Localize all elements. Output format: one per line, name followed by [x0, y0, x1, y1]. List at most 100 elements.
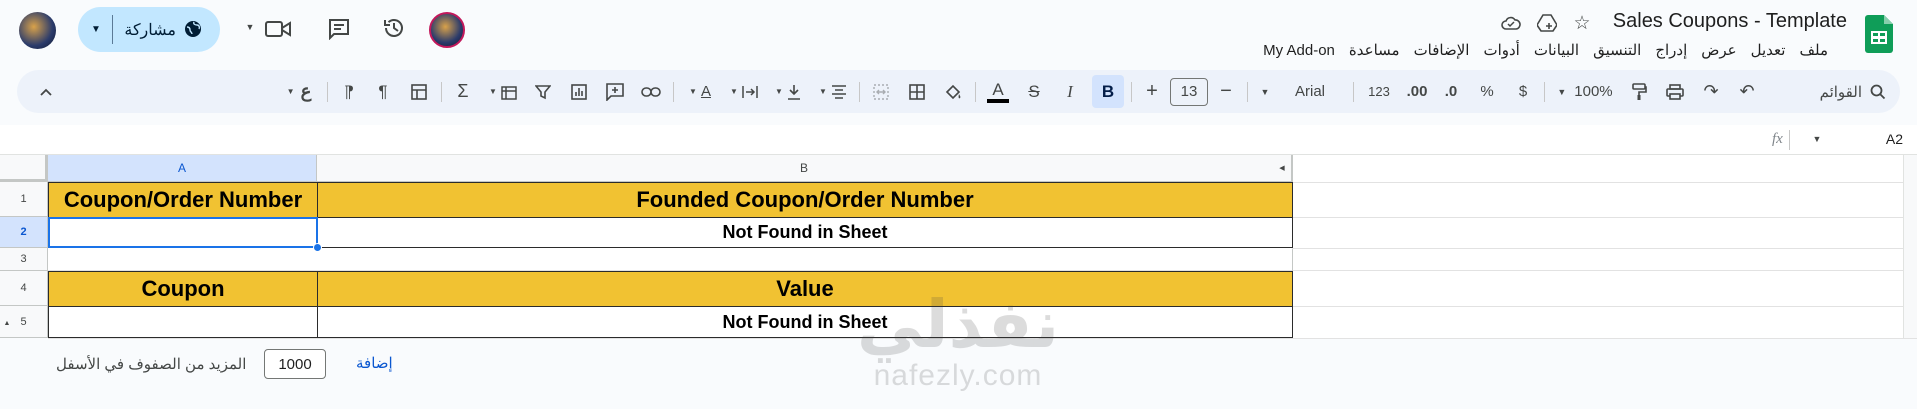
formula-bar[interactable] [0, 125, 1917, 155]
borders-icon[interactable] [902, 70, 932, 113]
filter-views-icon[interactable]: ▼ [482, 70, 524, 113]
font-family-select[interactable]: Arial [1285, 70, 1335, 113]
toolbar-separator [673, 82, 674, 102]
text-color-button[interactable]: A [983, 70, 1013, 113]
rotation-glyph: A [700, 83, 711, 100]
menus-search-label: القوائم [1819, 83, 1862, 101]
share-button[interactable]: ▼ مشاركة [78, 7, 220, 52]
print-icon[interactable] [1660, 70, 1690, 113]
paint-format-icon[interactable] [1624, 70, 1654, 113]
comments-icon[interactable] [325, 15, 353, 43]
percent-format-button[interactable]: % [1472, 70, 1502, 113]
menu-edit[interactable]: تعديل [1744, 40, 1793, 62]
input-tools-button[interactable]: ▼ ع [278, 70, 320, 113]
menu-extensions[interactable]: الإضافات [1407, 40, 1477, 62]
menu-data[interactable]: البيانات [1527, 40, 1586, 62]
font-size-decrease-button[interactable]: − [1212, 70, 1240, 113]
column-header-b[interactable]: B [317, 155, 1292, 182]
strikethrough-icon[interactable]: S [1019, 70, 1049, 113]
font-size-value: 13 [1170, 77, 1208, 106]
functions-icon[interactable]: Σ [448, 70, 478, 113]
zoom-select[interactable]: ▼ 100% [1552, 70, 1618, 113]
document-title[interactable]: Sales Coupons - Template [1613, 10, 1847, 33]
cell-b4[interactable]: Value [317, 271, 1293, 307]
rows-count-input[interactable]: 1000 [264, 349, 326, 379]
text-wrap-icon[interactable]: ▼ [724, 70, 764, 113]
increase-decimal-button[interactable]: .00 [1402, 70, 1432, 113]
paragraph-rtl-icon[interactable]: ¶ [334, 70, 364, 113]
menu-format[interactable]: التنسيق [1586, 40, 1648, 62]
row-group-collapse-icon[interactable]: ▲ [2, 318, 12, 328]
cloud-saved-icon[interactable] [1500, 12, 1522, 34]
menu-my-addon[interactable]: My Add-on [1256, 40, 1342, 62]
star-icon[interactable]: ☆ [1571, 12, 1593, 34]
cell-b2[interactable]: Not Found in Sheet [317, 217, 1293, 248]
column-b-menu-icon[interactable]: ◀ [1276, 162, 1288, 174]
share-dropdown-arrow-icon[interactable]: ▼ [88, 21, 104, 37]
insert-link-icon[interactable] [636, 70, 666, 113]
menu-view[interactable]: عرض [1694, 40, 1743, 62]
cell-b1[interactable]: Founded Coupon/Order Number [317, 182, 1293, 218]
name-box[interactable]: A2 [1886, 131, 1903, 147]
sheets-logo[interactable] [1865, 15, 1893, 53]
toolbar-separator [327, 82, 328, 102]
toolbar-separator [441, 82, 442, 102]
horizontal-align-icon[interactable]: ▼ [812, 70, 854, 113]
currency-format-button[interactable]: $ [1508, 70, 1538, 113]
cell-a5[interactable] [48, 306, 318, 338]
redo-icon[interactable]: ↷ [1696, 70, 1726, 113]
menu-insert[interactable]: إدراج [1648, 40, 1694, 62]
font-size-input[interactable]: 13 [1170, 70, 1208, 113]
font-size-increase-button[interactable]: + [1138, 70, 1166, 113]
user-avatar[interactable] [19, 12, 56, 49]
toolbar-separator [1247, 82, 1248, 102]
cell-a1[interactable]: Coupon/Order Number [48, 182, 318, 218]
more-rows-text: المزيد من الصفوف في الأسفل [56, 356, 247, 373]
row-header-3[interactable]: 3 [0, 248, 48, 271]
undo-icon[interactable]: ↶ [1732, 70, 1762, 113]
filter-icon[interactable] [528, 70, 558, 113]
meet-dropdown-arrow-icon[interactable]: ▼ [243, 20, 257, 34]
italic-button[interactable]: I [1055, 70, 1085, 113]
menus-search[interactable]: القوائم [1766, 70, 1886, 113]
fill-color-icon[interactable] [938, 70, 968, 113]
paragraph-ltr-icon[interactable]: ¶ [368, 70, 398, 113]
zoom-dropdown-icon: ▼ [1557, 86, 1567, 97]
collapse-toolbar-icon[interactable] [31, 70, 61, 113]
move-to-drive-icon[interactable] [1536, 12, 1558, 34]
gridline [1292, 182, 1917, 183]
cell-a4[interactable]: Coupon [48, 271, 318, 307]
menu-help[interactable]: مساعدة [1342, 40, 1407, 62]
collaborator-avatar[interactable] [429, 12, 465, 48]
column-header-a[interactable]: A [48, 155, 317, 182]
merge-cells-icon[interactable] [866, 70, 896, 113]
meet-video-icon[interactable] [264, 15, 292, 43]
bold-button[interactable]: B [1092, 75, 1124, 108]
add-rows-button[interactable]: إضافة [356, 354, 393, 372]
menu-tools[interactable]: أدوات [1476, 40, 1526, 62]
insert-table-icon[interactable] [404, 70, 434, 113]
name-box-dropdown-icon[interactable]: ▼ [1810, 132, 1824, 146]
version-history-icon[interactable] [380, 14, 408, 42]
input-tools-dropdown-icon: ▼ [286, 87, 295, 96]
cell-b5[interactable]: Not Found in Sheet [317, 306, 1293, 338]
rotation-dropdown-icon: ▼ [689, 87, 697, 96]
vertical-scrollbar[interactable] [1903, 155, 1917, 338]
menu-bar: ملف تعديل عرض إدراج التنسيق البيانات أدو… [1256, 40, 1835, 62]
number-format-button[interactable]: 123 [1362, 70, 1396, 113]
row-header-2[interactable]: 2 [0, 217, 48, 248]
toolbar-separator [859, 82, 860, 102]
share-label: مشاركة [124, 22, 176, 39]
font-dropdown-icon[interactable]: ▼ [1255, 70, 1275, 113]
select-all-corner[interactable] [0, 155, 48, 182]
insert-comment-icon[interactable] [600, 70, 630, 113]
row-header-4[interactable]: 4 [0, 271, 48, 306]
fill-handle[interactable] [313, 243, 322, 252]
menu-file[interactable]: ملف [1792, 40, 1835, 62]
toolbar: القوائم ↶ ↷ ▼ 100% $ % .0 .00 123 Arial … [17, 70, 1900, 113]
text-rotation-icon[interactable]: ▼ A [680, 70, 720, 113]
decrease-decimal-button[interactable]: .0 [1436, 70, 1466, 113]
insert-chart-icon[interactable] [564, 70, 594, 113]
vertical-align-icon[interactable]: ▼ [768, 70, 808, 113]
row-header-1[interactable]: 1 [0, 182, 48, 217]
